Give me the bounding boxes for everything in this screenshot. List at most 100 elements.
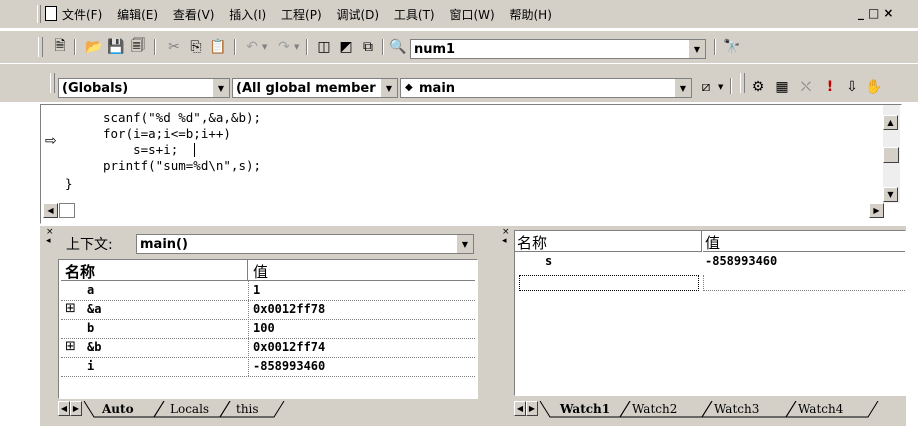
horizontal-scrollbar[interactable] [41,201,883,219]
cut-icon[interactable]: ✂ [164,37,184,57]
wizard-actions-icon[interactable]: ⧄ [696,77,716,97]
context-combo[interactable]: main() ▼ [136,234,474,254]
scroll-right-button[interactable]: ▶ [869,203,884,218]
toolbar-separator [382,39,384,55]
find-in-files-icon[interactable]: 🔍 [388,37,408,57]
scroll-left-button[interactable]: ◀ [43,203,58,218]
open-folder-icon[interactable]: 📂 [84,37,104,57]
expand-toggle-icon[interactable]: ⊞ [65,301,76,316]
grid-header-value[interactable]: 值 [703,231,905,252]
new-file-icon[interactable]: 🗎 [50,37,70,57]
menu-tools[interactable]: 工具(T) [394,8,435,22]
scroll-up-button[interactable]: ▲ [883,115,898,130]
watch-name: s [545,254,553,268]
variables-grid[interactable]: 名称 值 a 1 ⊞ &a 0x0012ff78 b 100 ⊞ &b 0x0012ff74 i -8… [58,259,478,399]
redo-dropdown-icon[interactable]: ▼ [294,43,299,51]
scope-combo[interactable]: (Globals) ▼ [58,78,230,98]
table-row[interactable]: s -858993460 [515,253,905,271]
doc-icon[interactable] [45,6,57,21]
tab-watch1[interactable]: Watch1 [560,402,610,416]
undo-dropdown-icon[interactable]: ▼ [262,43,267,51]
wizard-dropdown-icon[interactable]: ▼ [718,83,723,91]
column-header-name: 名称 [65,263,96,281]
variable-name: &b [87,340,102,354]
menu-debug[interactable]: 调试(D) [336,8,379,22]
find-combo[interactable]: num1 ▼ [410,39,706,59]
breakpoint-icon[interactable]: ✋ [864,77,884,97]
menu-file[interactable]: 文件(F) [62,8,102,22]
restore-button[interactable]: □ [868,6,883,20]
variable-value: 100 [253,321,275,335]
menu-view[interactable]: 查看(V) [173,8,215,22]
next-statement-arrow-icon: ⇨ [45,133,57,149]
code-line: s=s+i; [103,142,179,157]
function-combo[interactable]: ◆ main ▼ [400,78,692,98]
context-label: 上下文: [66,237,113,253]
copy-icon[interactable]: ⎘ [186,37,206,57]
find-icon[interactable]: 🔭 [722,37,742,57]
expand-toggle-icon[interactable]: ⊞ [65,339,76,354]
scroll-thumb-horizontal[interactable] [59,203,75,218]
pane-close-icon[interactable]: × ◂ [502,228,510,246]
grid-header-value[interactable]: 值 [249,260,475,281]
build-icon[interactable]: ▦ [772,77,792,97]
tab-scroll-right-button[interactable]: ▶ [526,401,538,416]
go-icon[interactable]: ⇩ [842,77,862,97]
menu-insert[interactable]: 插入(I) [229,8,266,22]
save-icon[interactable]: 💾 [106,37,126,57]
stop-build-icon[interactable]: ⛌ [796,77,816,97]
scroll-down-button[interactable]: ▼ [883,187,898,202]
members-combo[interactable]: (All global members ▼ [232,78,398,98]
redo-icon[interactable]: ↷ [274,37,294,57]
table-row[interactable]: ⊞ &a 0x0012ff78 [61,301,475,320]
execute-icon[interactable]: ! [820,77,840,97]
grid-header-name[interactable]: 名称 [61,260,248,281]
code-editor[interactable]: ⇨ scanf("%d %d",&a,&b); for(i=a;i<=b;i++… [40,104,902,224]
table-row[interactable]: ⊞ &b 0x0012ff74 [61,339,475,358]
minimize-button[interactable]: _ [858,6,868,20]
watch-value: -858993460 [705,254,778,268]
menu-help[interactable]: 帮助(H) [510,8,552,22]
variables-pane: × ◂ 上下文: main() ▼ 名称 值 a 1 ⊞ &a 0x0012ff78 b 10… [44,228,484,424]
grid-header-name[interactable]: 名称 [515,231,702,252]
window-controls: _□× [858,6,897,20]
save-all-icon[interactable]: 🗐 [128,37,148,57]
watch-grid[interactable]: 名称 值 s -858993460 [514,230,906,396]
variable-value: 1 [253,283,261,297]
scope-combo-value: (Globals) [62,81,129,96]
menu-window[interactable]: 窗口(W) [449,8,494,22]
toolbar-separator [714,39,716,55]
paste-icon[interactable]: 📋 [208,37,228,57]
tab-this[interactable]: this [236,402,259,416]
pane-close-icon[interactable]: × ◂ [46,228,54,246]
tab-scroll-left-button[interactable]: ◀ [514,401,526,416]
tab-watch3[interactable]: Watch3 [714,402,759,416]
tab-scroll-right-button[interactable]: ▶ [70,401,82,416]
output-window-icon[interactable]: ◩ [336,37,356,57]
tab-locals[interactable]: Locals [170,402,209,416]
close-button[interactable]: × [883,6,897,20]
tab-watch2[interactable]: Watch2 [632,402,677,416]
chevron-down-icon[interactable]: ▼ [688,40,705,58]
tab-watch4[interactable]: Watch4 [798,402,843,416]
compile-icon[interactable]: ⚙ [748,77,768,97]
chevron-down-icon[interactable]: ▼ [456,235,473,253]
toolbar-grip [38,37,43,57]
scroll-thumb[interactable] [883,147,899,163]
chevron-down-icon[interactable]: ▼ [380,79,397,97]
window-list-icon[interactable]: ⧉ [358,37,378,57]
table-row[interactable]: a1 [61,282,475,301]
chevron-down-icon[interactable]: ▼ [212,79,229,97]
code-line: printf("sum=%d\n",s); [103,158,262,173]
workspace-icon[interactable]: ◫ [314,37,334,57]
table-row[interactable]: b 100 [61,320,475,339]
toolbar-separator [306,39,308,55]
menu-edit[interactable]: 编辑(E) [117,8,158,22]
undo-icon[interactable]: ↶ [242,37,262,57]
table-row[interactable]: i -858993460 [61,358,475,377]
tab-auto[interactable]: Auto [102,402,134,416]
new-watch-entry[interactable] [519,275,699,291]
tab-scroll-left-button[interactable]: ◀ [58,401,70,416]
chevron-down-icon[interactable]: ▼ [674,79,691,97]
menu-project[interactable]: 工程(P) [281,8,322,22]
